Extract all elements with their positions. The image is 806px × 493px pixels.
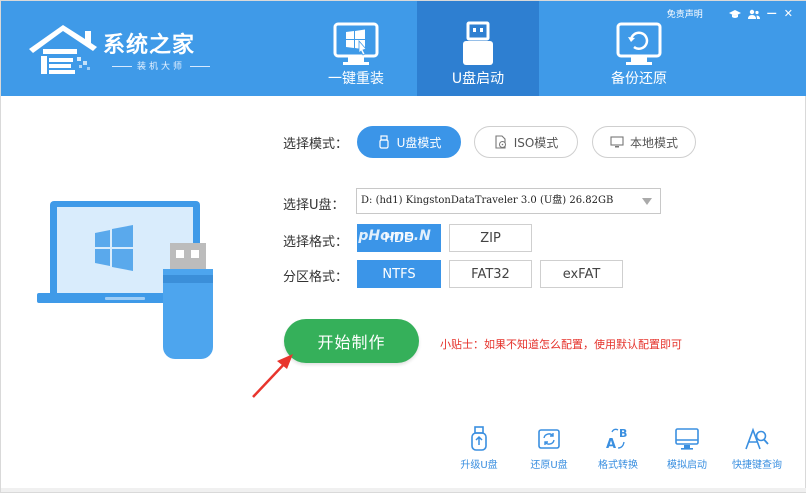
windows-install-icon (333, 22, 379, 65)
svg-text:A: A (606, 437, 616, 452)
chevron-down-icon (642, 198, 652, 205)
minimize-icon[interactable]: — (767, 8, 777, 19)
tab-label: 一键重装 (328, 71, 384, 87)
red-arrow-icon (252, 354, 293, 398)
start-make-button[interactable]: 开始制作 (284, 319, 419, 363)
format-zip-option[interactable]: ZIP (449, 224, 532, 252)
mode-option-label: 本地模式 (629, 135, 678, 150)
usb-upgrade-icon (471, 426, 487, 451)
logo-subtitle: 装机大师 (107, 59, 215, 72)
partition-fat32-option[interactable]: FAT32 (449, 260, 532, 288)
tool-simulate-boot[interactable]: 模拟启动 (652, 426, 722, 471)
disclaimer-link[interactable]: 免责声明 (667, 7, 703, 20)
usb-stick-icon (163, 243, 213, 359)
monitor-icon (610, 136, 624, 148)
graduation-cap-icon[interactable] (728, 8, 741, 20)
disc-file-icon (495, 135, 506, 149)
usb-drive-icon (463, 21, 493, 65)
tip-text: 小贴士：如果不知道怎么配置，使用默认配置即可 (440, 338, 682, 351)
partition-exfat-option[interactable]: exFAT (540, 260, 623, 288)
usb-mode-button[interactable]: U盘模式 (357, 126, 461, 158)
monitor-boot-icon (675, 428, 699, 450)
tab-label: 备份还原 (611, 71, 667, 87)
app-window: 系统之家 装机大师 一键重装 U盘启动 备份还原 免责声明 — ✕ 选择模式： … (0, 0, 806, 493)
svg-text:B: B (619, 427, 627, 440)
format-hdd-option[interactable]: HDD (357, 224, 441, 252)
partition-label: 分区格式： (283, 270, 349, 285)
tab-label: U盘启动 (451, 71, 505, 87)
close-icon[interactable]: ✕ (784, 7, 793, 20)
usb-label: 选择U盘： (283, 198, 345, 213)
format-convert-icon: A B (606, 427, 627, 452)
mode-option-label: U盘模式 (396, 135, 442, 150)
tool-label: 升级U盘 (460, 460, 498, 471)
house-logo-icon (29, 25, 97, 74)
usb-restore-icon (538, 429, 560, 449)
shortcut-search-icon (745, 427, 769, 450)
bottom-border (1, 488, 806, 492)
users-icon[interactable] (747, 8, 760, 20)
partition-ntfs-option[interactable]: NTFS (357, 260, 441, 288)
tool-format-convert[interactable]: A B 格式转换 (583, 426, 653, 471)
format-label: 选择格式： (283, 235, 349, 250)
header-bar: 系统之家 装机大师 一键重装 U盘启动 备份还原 免责声明 — ✕ (1, 1, 806, 96)
iso-mode-button[interactable]: ISO模式 (474, 126, 578, 158)
local-mode-button[interactable]: 本地模式 (592, 126, 696, 158)
tool-restore-usb[interactable]: 还原U盘 (514, 426, 584, 471)
tool-label: 快捷键查询 (732, 460, 782, 471)
laptop-usb-illustration (37, 201, 213, 359)
tool-shortcut-query[interactable]: 快捷键查询 (722, 426, 792, 471)
window-controls: 免责声明 — ✕ (667, 7, 793, 20)
mode-option-label: ISO模式 (513, 135, 559, 150)
tab-usb-boot[interactable]: U盘启动 (417, 1, 539, 96)
usb-small-icon (378, 135, 389, 149)
tool-label: 模拟启动 (667, 460, 707, 471)
logo-title: 系统之家 (103, 33, 196, 58)
mode-label: 选择模式： (283, 137, 349, 152)
app-logo: 系统之家 装机大师 (25, 19, 215, 79)
tool-label: 格式转换 (598, 460, 638, 471)
usb-drive-select[interactable]: D: (hd1) KingstonDataTraveler 3.0 (U盘) 2… (356, 188, 661, 214)
backup-restore-icon (616, 22, 662, 65)
tab-one-click-install[interactable]: 一键重装 (295, 1, 417, 96)
tool-upgrade-usb[interactable]: 升级U盘 (444, 426, 514, 471)
tool-label: 还原U盘 (530, 460, 568, 471)
usb-selected-value: D: (hd1) KingstonDataTraveler 3.0 (U盘) 2… (361, 195, 614, 206)
